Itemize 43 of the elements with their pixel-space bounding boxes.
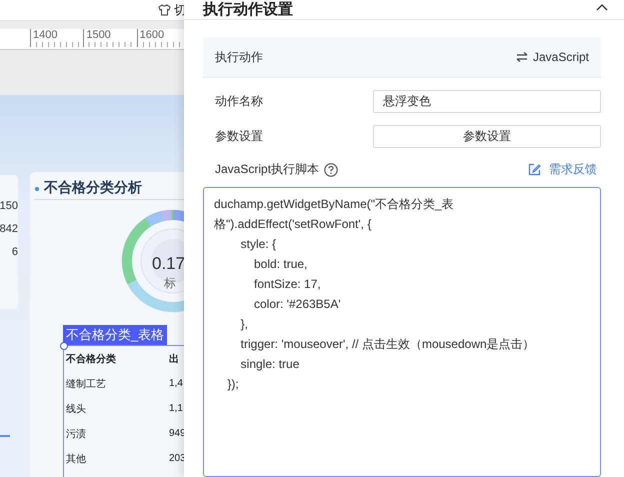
help-icon[interactable] <box>324 162 338 176</box>
table-cell-text: 其他 <box>66 452 87 466</box>
code-editor[interactable]: duchamp.getWidgetByName("不合格分类_表 格").addEffect('setRowFont', { style: { bold: true, fontSize: 17, color: '#263B5A' }, trigger: 'mouseover', // 点击生效（mousedown是点击） single: true }); <box>203 187 601 477</box>
input-field[interactable]: 悬浮变色 <box>373 90 601 113</box>
code-line: single: true <box>240 356 300 373</box>
field-label: 动作名称 <box>215 93 264 110</box>
code-line: 格").addEffect('setRowFont', { <box>214 216 372 233</box>
stat-value: 6 <box>12 246 18 258</box>
code-line: trigger: 'mouseover', // 点击生效（mousedown是点击） <box>240 336 535 353</box>
field-label: 参数设置 <box>215 128 264 145</box>
stat-value: 150 <box>0 200 18 212</box>
center-value: 0.17 <box>152 254 186 274</box>
collapse-icon[interactable] <box>596 2 608 10</box>
table-cell-text: 污渍 <box>66 428 87 440</box>
code-line: }); <box>226 376 239 393</box>
code-line: fontSize: 17, <box>253 276 321 293</box>
code-line: style: { <box>240 236 276 253</box>
code-line: bold: true, <box>253 256 308 273</box>
table-cell-text: 线头 <box>66 402 87 416</box>
code-line: duchamp.getWidgetByName("不合格分类_表 <box>214 196 454 213</box>
code-line: }, <box>240 316 248 333</box>
edit-icon <box>528 163 541 176</box>
action-type: JavaScript <box>532 50 589 64</box>
ruler-mark: 1400 <box>30 29 84 47</box>
center-label: 标 <box>164 275 176 292</box>
panel-title: 执行动作设置 <box>203 0 293 18</box>
column-header: 出 <box>169 352 180 366</box>
script-label: JavaScript执行脚本 <box>215 161 320 178</box>
tab-underline <box>0 435 10 437</box>
widget-name-tag: 不合格分类_表格 <box>63 325 168 345</box>
table-cell-text: 1,4 <box>169 378 184 389</box>
column-header: 不合格分类 <box>66 352 117 366</box>
bullet-icon <box>35 187 39 191</box>
shirt-icon[interactable] <box>158 4 171 16</box>
table-cell-text: 缝制工艺 <box>66 378 107 390</box>
settings-button[interactable]: 参数设置 <box>373 125 601 148</box>
feedback-link[interactable]: 需求反馈 <box>528 161 597 178</box>
chart-title: 不合格分类分析 <box>44 179 142 197</box>
code-line: color: '#263B5A' <box>253 296 341 313</box>
table-cell-text: 1,1 <box>169 403 184 414</box>
switch-icon[interactable] <box>516 52 528 62</box>
action-label: 执行动作 <box>215 48 263 66</box>
stat-value: 842 <box>0 223 18 235</box>
